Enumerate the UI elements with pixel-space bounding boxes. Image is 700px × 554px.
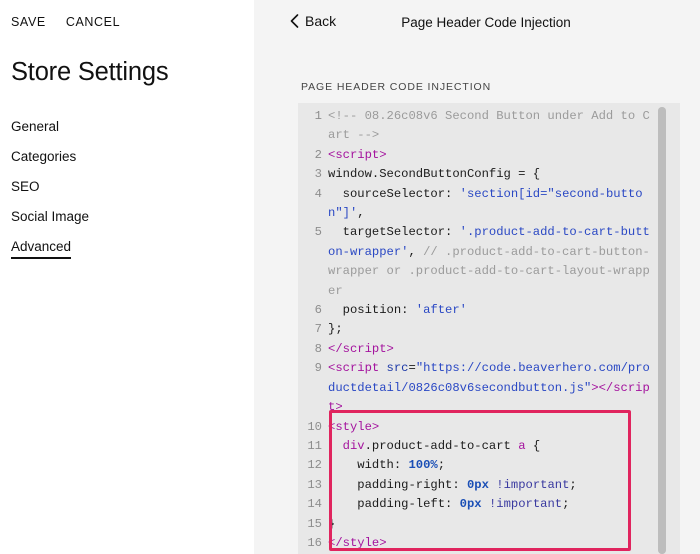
- line-number: 6: [314, 303, 322, 318]
- code-line: 3 window.SecondButtonConfig = {: [298, 165, 654, 184]
- line-code: }: [328, 516, 336, 531]
- line-number: 2: [314, 147, 322, 162]
- panel-title: Page Header Code Injection: [401, 15, 571, 30]
- code-injection-panel: Back Page Header Code Injection PAGE HEA…: [254, 0, 700, 554]
- editor-scrollbar-thumb[interactable]: [658, 107, 666, 554]
- code-line: 5 targetSelector: '.product-add-to-cart-…: [298, 223, 654, 301]
- sidebar-item-label: Social Image: [11, 209, 90, 224]
- code-editor[interactable]: 1 <!-- 08.26c08v6 Second Button under Add…: [298, 103, 680, 554]
- sidebar-item-label: SEO: [11, 179, 40, 194]
- code-line: 12 width: 100%;: [298, 456, 654, 475]
- line-number: 11: [307, 438, 322, 453]
- line-code: sourceSelector: 'section[id="second-butt…: [328, 186, 643, 221]
- line-code: padding-left: 0px !important;: [328, 497, 570, 512]
- sidebar-item-advanced[interactable]: Advanced: [11, 238, 89, 268]
- code-line: 8 </script>: [298, 340, 654, 359]
- line-number: 7: [314, 322, 322, 337]
- code-line: 7};: [298, 320, 654, 339]
- line-number: 4: [314, 186, 322, 201]
- line-code: </style>: [328, 535, 387, 550]
- sidebar-actions: SAVE CANCEL: [11, 15, 120, 29]
- code-line: 4 sourceSelector: 'section[id="second-bu…: [298, 185, 654, 224]
- store-settings-sidebar: SAVE CANCEL Store Settings General Categ…: [0, 0, 254, 554]
- save-button[interactable]: SAVE: [11, 15, 46, 29]
- editor-scrollbar[interactable]: [658, 107, 666, 554]
- code-line: 2 <script>: [298, 146, 654, 165]
- code-line: 16 </style>: [298, 534, 654, 553]
- line-number: 5: [314, 225, 322, 240]
- code-lines: 1 <!-- 08.26c08v6 Second Button under Add…: [298, 107, 654, 553]
- settings-nav: General Categories SEO Social Image Adva…: [11, 118, 89, 268]
- line-number: 12: [307, 458, 322, 473]
- line-code: <script src="https://code.beaverhero.com…: [328, 361, 650, 415]
- code-line: 13 padding-right: 0px !important;: [298, 476, 654, 495]
- line-number: 14: [307, 497, 322, 512]
- line-code: window.SecondButtonConfig = {: [328, 167, 541, 182]
- line-code: padding-right: 0px !important;: [328, 477, 577, 492]
- line-number: 3: [314, 167, 322, 182]
- line-code: </script>: [328, 341, 394, 356]
- code-line: 15}: [298, 515, 654, 534]
- line-number: 9: [314, 361, 322, 376]
- sidebar-item-social-image[interactable]: Social Image: [11, 208, 89, 238]
- code-line: 6 position: 'after': [298, 301, 654, 320]
- page-title: Store Settings: [11, 58, 169, 86]
- sidebar-item-general[interactable]: General: [11, 118, 89, 148]
- code-line: 1 <!-- 08.26c08v6 Second Button under Add…: [298, 107, 654, 146]
- line-code: };: [328, 322, 343, 337]
- line-code: targetSelector: '.product-add-to-cart-bu…: [328, 225, 650, 298]
- line-code: position: 'after': [328, 303, 467, 318]
- sidebar-item-label: General: [11, 119, 60, 134]
- line-number: 10: [307, 419, 322, 434]
- sidebar-item-label: Categories: [11, 149, 77, 164]
- sidebar-item-label: Advanced: [11, 239, 72, 259]
- line-number: 15: [307, 516, 322, 531]
- line-code: <style>: [328, 419, 380, 434]
- code-line: 10 <style>: [298, 418, 654, 437]
- line-number: 13: [307, 477, 322, 492]
- line-code: width: 100%;: [328, 458, 446, 473]
- cancel-button[interactable]: CANCEL: [66, 15, 120, 29]
- sidebar-item-categories[interactable]: Categories: [11, 148, 89, 178]
- line-code: <script>: [328, 147, 387, 162]
- section-label: PAGE HEADER CODE INJECTION: [301, 81, 492, 93]
- line-number: 8: [314, 341, 322, 356]
- code-line: 9 <script src="https://code.beaverhero.co…: [298, 359, 654, 417]
- line-code: <!-- 08.26c08v6 Second Button under Add …: [328, 109, 650, 143]
- line-number: 1: [314, 109, 322, 123]
- line-code: div.product-add-to-cart a {: [342, 438, 541, 453]
- code-line: 14 padding-left: 0px !important;: [298, 495, 654, 514]
- sidebar-item-seo[interactable]: SEO: [11, 178, 89, 208]
- line-number: 16: [307, 535, 322, 550]
- code-line: 11 div.product-add-to-cart a {: [298, 437, 654, 456]
